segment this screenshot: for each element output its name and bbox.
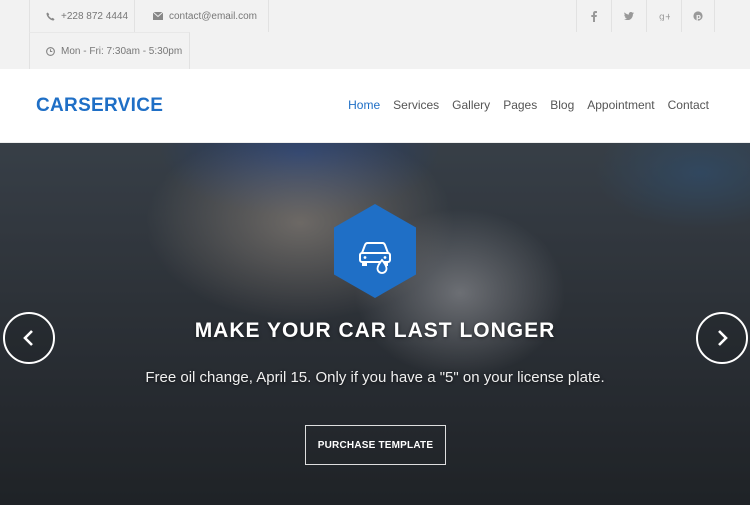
nav-pages[interactable]: Pages [503, 98, 537, 112]
site-header: CARSERVICE Home Services Gallery Pages B… [0, 69, 750, 143]
phone-info: +228 872 4444 [29, 0, 135, 32]
email-address[interactable]: contact@email.com [169, 11, 257, 22]
nav-blog[interactable]: Blog [550, 98, 574, 112]
email-info: contact@email.com [135, 0, 269, 32]
nav-contact[interactable]: Contact [668, 98, 709, 112]
phone-icon [46, 11, 55, 21]
chevron-left-icon [23, 330, 33, 346]
nav-gallery[interactable]: Gallery [452, 98, 490, 112]
hero-slider: MAKE YOUR CAR LAST LONGER Free oil chang… [0, 143, 750, 505]
clock-icon [46, 46, 55, 56]
phone-number: +228 872 4444 [61, 10, 129, 22]
slider-next-button[interactable] [696, 312, 748, 364]
car-oil-icon [334, 204, 416, 298]
slider-prev-button[interactable] [3, 312, 55, 364]
hero-subtitle: Free oil change, April 15. Only if you h… [145, 369, 605, 386]
hero-title: MAKE YOUR CAR LAST LONGER [194, 319, 556, 342]
main-nav: Home Services Gallery Pages Blog Appoint… [335, 98, 709, 112]
svg-text:g+: g+ [659, 13, 670, 22]
nav-appointment[interactable]: Appointment [587, 98, 654, 112]
pinterest-icon[interactable]: p [681, 0, 715, 32]
chevron-right-icon [718, 330, 728, 346]
purchase-template-button[interactable]: PURCHASE TEMPLATE [305, 425, 446, 465]
nav-services[interactable]: Services [393, 98, 439, 112]
twitter-icon[interactable] [611, 0, 646, 32]
hours-text: Mon - Fri: 7:30am - 5:30pm [61, 45, 183, 57]
site-logo[interactable]: CARSERVICE [36, 95, 163, 117]
envelope-icon [153, 12, 163, 20]
google-plus-icon[interactable]: g+ [646, 0, 681, 32]
top-bar: +228 872 4444 contact@email.com Mon - Fr… [0, 0, 750, 69]
nav-home[interactable]: Home [348, 98, 380, 112]
svg-text:p: p [696, 13, 701, 21]
opening-hours: Mon - Fri: 7:30am - 5:30pm [29, 32, 190, 69]
facebook-icon[interactable] [576, 0, 611, 32]
